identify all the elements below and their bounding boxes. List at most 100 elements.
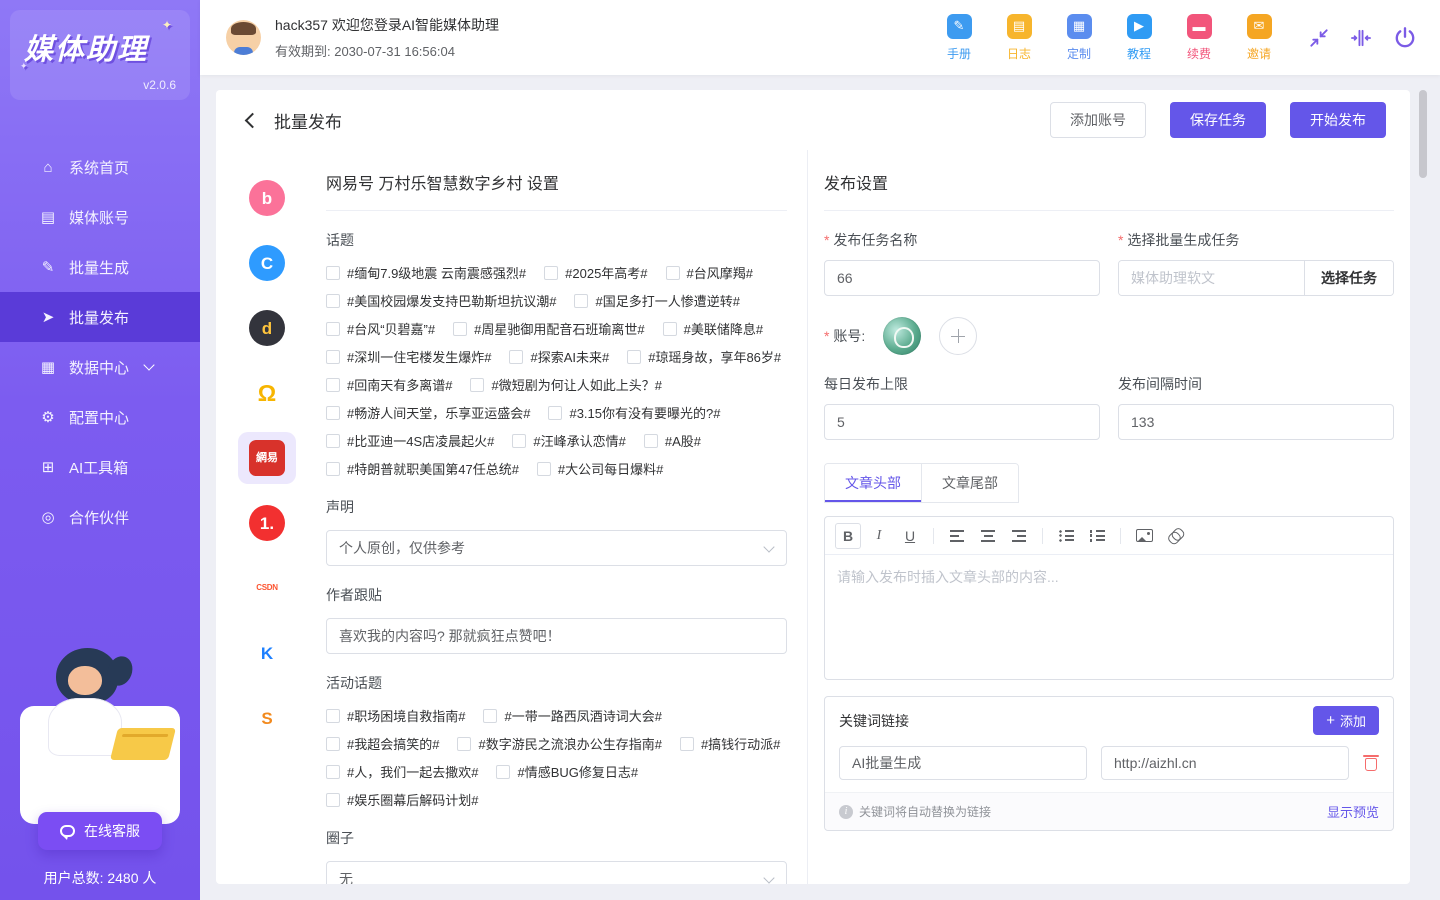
align-right-icon[interactable] — [1006, 523, 1032, 549]
sidebar-item-media-accounts[interactable]: ▤ 媒体账号 — [0, 192, 200, 242]
topic-checkbox[interactable] — [537, 462, 551, 476]
activity-topic-item[interactable]: #人，我们一起去撒欢# — [326, 762, 478, 781]
editor-content-area[interactable]: 请输入发布时插入文章头部的内容... — [825, 555, 1393, 679]
activity-topic-item[interactable]: #搞钱行动派# — [680, 734, 780, 753]
activity-topic-checkbox[interactable] — [326, 737, 340, 751]
activity-topic-checkbox[interactable] — [326, 765, 340, 779]
topic-item[interactable]: #3.15你有没有要曝光的?# — [548, 403, 720, 422]
topic-item[interactable]: #A股# — [644, 431, 701, 450]
topic-item[interactable]: #台风摩羯# — [666, 263, 753, 282]
topic-checkbox[interactable] — [627, 350, 641, 364]
platform-icon-dayuhao[interactable]: d — [238, 302, 296, 354]
bold-icon[interactable]: B — [835, 523, 861, 549]
save-task-button[interactable]: 保存任务 — [1170, 102, 1266, 138]
activity-topic-checkbox[interactable] — [680, 737, 694, 751]
topic-checkbox[interactable] — [512, 434, 526, 448]
scrollbar-thumb[interactable] — [1419, 90, 1427, 178]
user-avatar[interactable] — [226, 20, 261, 55]
topic-item[interactable]: #回南天有多离谱# — [326, 375, 452, 394]
topic-item[interactable]: #周星驰御用配音石班瑜离世# — [453, 319, 644, 338]
interval-input[interactable] — [1118, 404, 1394, 440]
sidebar-item-ai-toolbox[interactable]: ⊞ AI工具箱 — [0, 442, 200, 492]
align-center-icon[interactable] — [975, 523, 1001, 549]
insert-image-icon[interactable] — [1131, 523, 1157, 549]
author-reply-input[interactable] — [326, 618, 787, 654]
add-account-button[interactable]: 添加账号 — [1050, 102, 1146, 138]
activity-topic-item[interactable]: #数字游民之流浪办公生存指南# — [457, 734, 661, 753]
topic-checkbox[interactable] — [326, 266, 340, 280]
daily-limit-input[interactable] — [824, 404, 1100, 440]
online-service-button[interactable]: 在线客服 — [38, 812, 162, 850]
topic-item[interactable]: #比亚迪一4S店凌晨起火# — [326, 431, 494, 450]
circle-select[interactable]: 无 — [326, 861, 787, 884]
topic-checkbox[interactable] — [326, 406, 340, 420]
topic-item[interactable]: #美联储降息# — [663, 319, 763, 338]
header-action-manual[interactable]: ✎ 手册 — [944, 14, 974, 62]
ordered-list-icon[interactable] — [1084, 523, 1110, 549]
topic-checkbox[interactable] — [509, 350, 523, 364]
topic-item[interactable]: #特朗普就职美国第47任总统# — [326, 459, 519, 478]
topic-item[interactable]: #畅游人间天堂，乐享亚运盛会# — [326, 403, 530, 422]
platform-icon-kuaichuanhao[interactable]: K — [238, 627, 296, 679]
activity-topic-item[interactable]: #一带一路西凤酒诗词大会# — [483, 706, 661, 725]
activity-topic-checkbox[interactable] — [326, 793, 340, 807]
header-action-logs[interactable]: ▤ 日志 — [1004, 14, 1034, 62]
keyword-input[interactable] — [839, 746, 1087, 780]
topic-checkbox[interactable] — [548, 406, 562, 420]
unordered-list-icon[interactable] — [1053, 523, 1079, 549]
topic-checkbox[interactable] — [666, 266, 680, 280]
topic-item[interactable]: #汪峰承认恋情# — [512, 431, 625, 450]
align-left-icon[interactable] — [944, 523, 970, 549]
delete-keyword-icon[interactable] — [1363, 754, 1379, 772]
collapse-window-icon[interactable] — [1308, 27, 1330, 49]
header-action-invite[interactable]: ✉ 邀请 — [1244, 14, 1274, 62]
sidebar-item-batch-publish[interactable]: ➤ 批量发布 — [0, 292, 200, 342]
topic-item[interactable]: #2025年高考# — [544, 263, 647, 282]
topic-item[interactable]: #深圳一住宅楼发生爆炸# — [326, 347, 491, 366]
activity-topic-item[interactable]: #娱乐圈幕后解码计划# — [326, 790, 478, 809]
article-tab-article-header[interactable]: 文章头部 — [825, 464, 921, 502]
account-avatar[interactable] — [883, 317, 921, 355]
topic-checkbox[interactable] — [326, 294, 340, 308]
activity-topic-checkbox[interactable] — [483, 709, 497, 723]
activity-topic-checkbox[interactable] — [326, 709, 340, 723]
topic-checkbox[interactable] — [326, 322, 340, 336]
start-publish-button[interactable]: 开始发布 — [1290, 102, 1386, 138]
select-task-button[interactable]: 选择任务 — [1304, 261, 1393, 295]
underline-icon[interactable]: U — [897, 523, 923, 549]
activity-topic-item[interactable]: #情感BUG修复日志# — [496, 762, 638, 781]
sidebar-item-batch-generate[interactable]: ✎ 批量生成 — [0, 242, 200, 292]
platform-icon-bilibili[interactable]: b — [238, 172, 296, 224]
sidebar-item-config-center[interactable]: ⚙ 配置中心 — [0, 392, 200, 442]
back-button[interactable] — [240, 109, 262, 131]
topic-checkbox[interactable] — [663, 322, 677, 336]
topic-checkbox[interactable] — [644, 434, 658, 448]
article-tab-article-footer[interactable]: 文章尾部 — [921, 464, 1018, 502]
activity-topic-checkbox[interactable] — [496, 765, 510, 779]
topic-item[interactable]: #探索AI未来# — [509, 347, 609, 366]
platform-icon-dafenghao[interactable]: Ω — [238, 367, 296, 419]
sidebar-item-home[interactable]: ⌂ 系统首页 — [0, 142, 200, 192]
sidebar-item-partners[interactable]: ◎ 合作伙伴 — [0, 492, 200, 542]
header-action-tutorial[interactable]: ▶ 教程 — [1124, 14, 1154, 62]
platform-icon-yidianzixun[interactable]: 1. — [238, 497, 296, 549]
header-action-custom[interactable]: ▦ 定制 — [1064, 14, 1094, 62]
insert-link-icon[interactable] — [1162, 523, 1188, 549]
topic-item[interactable]: #琼瑶身故，享年86岁# — [627, 347, 781, 366]
topic-checkbox[interactable] — [544, 266, 558, 280]
topic-checkbox[interactable] — [326, 462, 340, 476]
topic-checkbox[interactable] — [326, 434, 340, 448]
topic-item[interactable]: #台风“贝碧嘉”# — [326, 319, 435, 338]
header-action-renew[interactable]: ▬ 续费 — [1184, 14, 1214, 62]
topic-checkbox[interactable] — [326, 378, 340, 392]
platform-icon-souhuhao[interactable]: S — [238, 692, 296, 744]
activity-topic-checkbox[interactable] — [457, 737, 471, 751]
show-preview-link[interactable]: 显示预览 — [1327, 802, 1379, 821]
statement-select[interactable]: 个人原创，仅供参考 — [326, 530, 787, 566]
sidebar-item-data-center[interactable]: ▦ 数据中心 — [0, 342, 200, 392]
topic-checkbox[interactable] — [326, 350, 340, 364]
add-account-plus-button[interactable] — [939, 317, 977, 355]
platform-icon-csdn[interactable]: CSDN — [238, 562, 296, 614]
power-icon[interactable] — [1392, 25, 1418, 51]
topic-item[interactable]: #美国校园爆发支持巴勒斯坦抗议潮# — [326, 291, 556, 310]
